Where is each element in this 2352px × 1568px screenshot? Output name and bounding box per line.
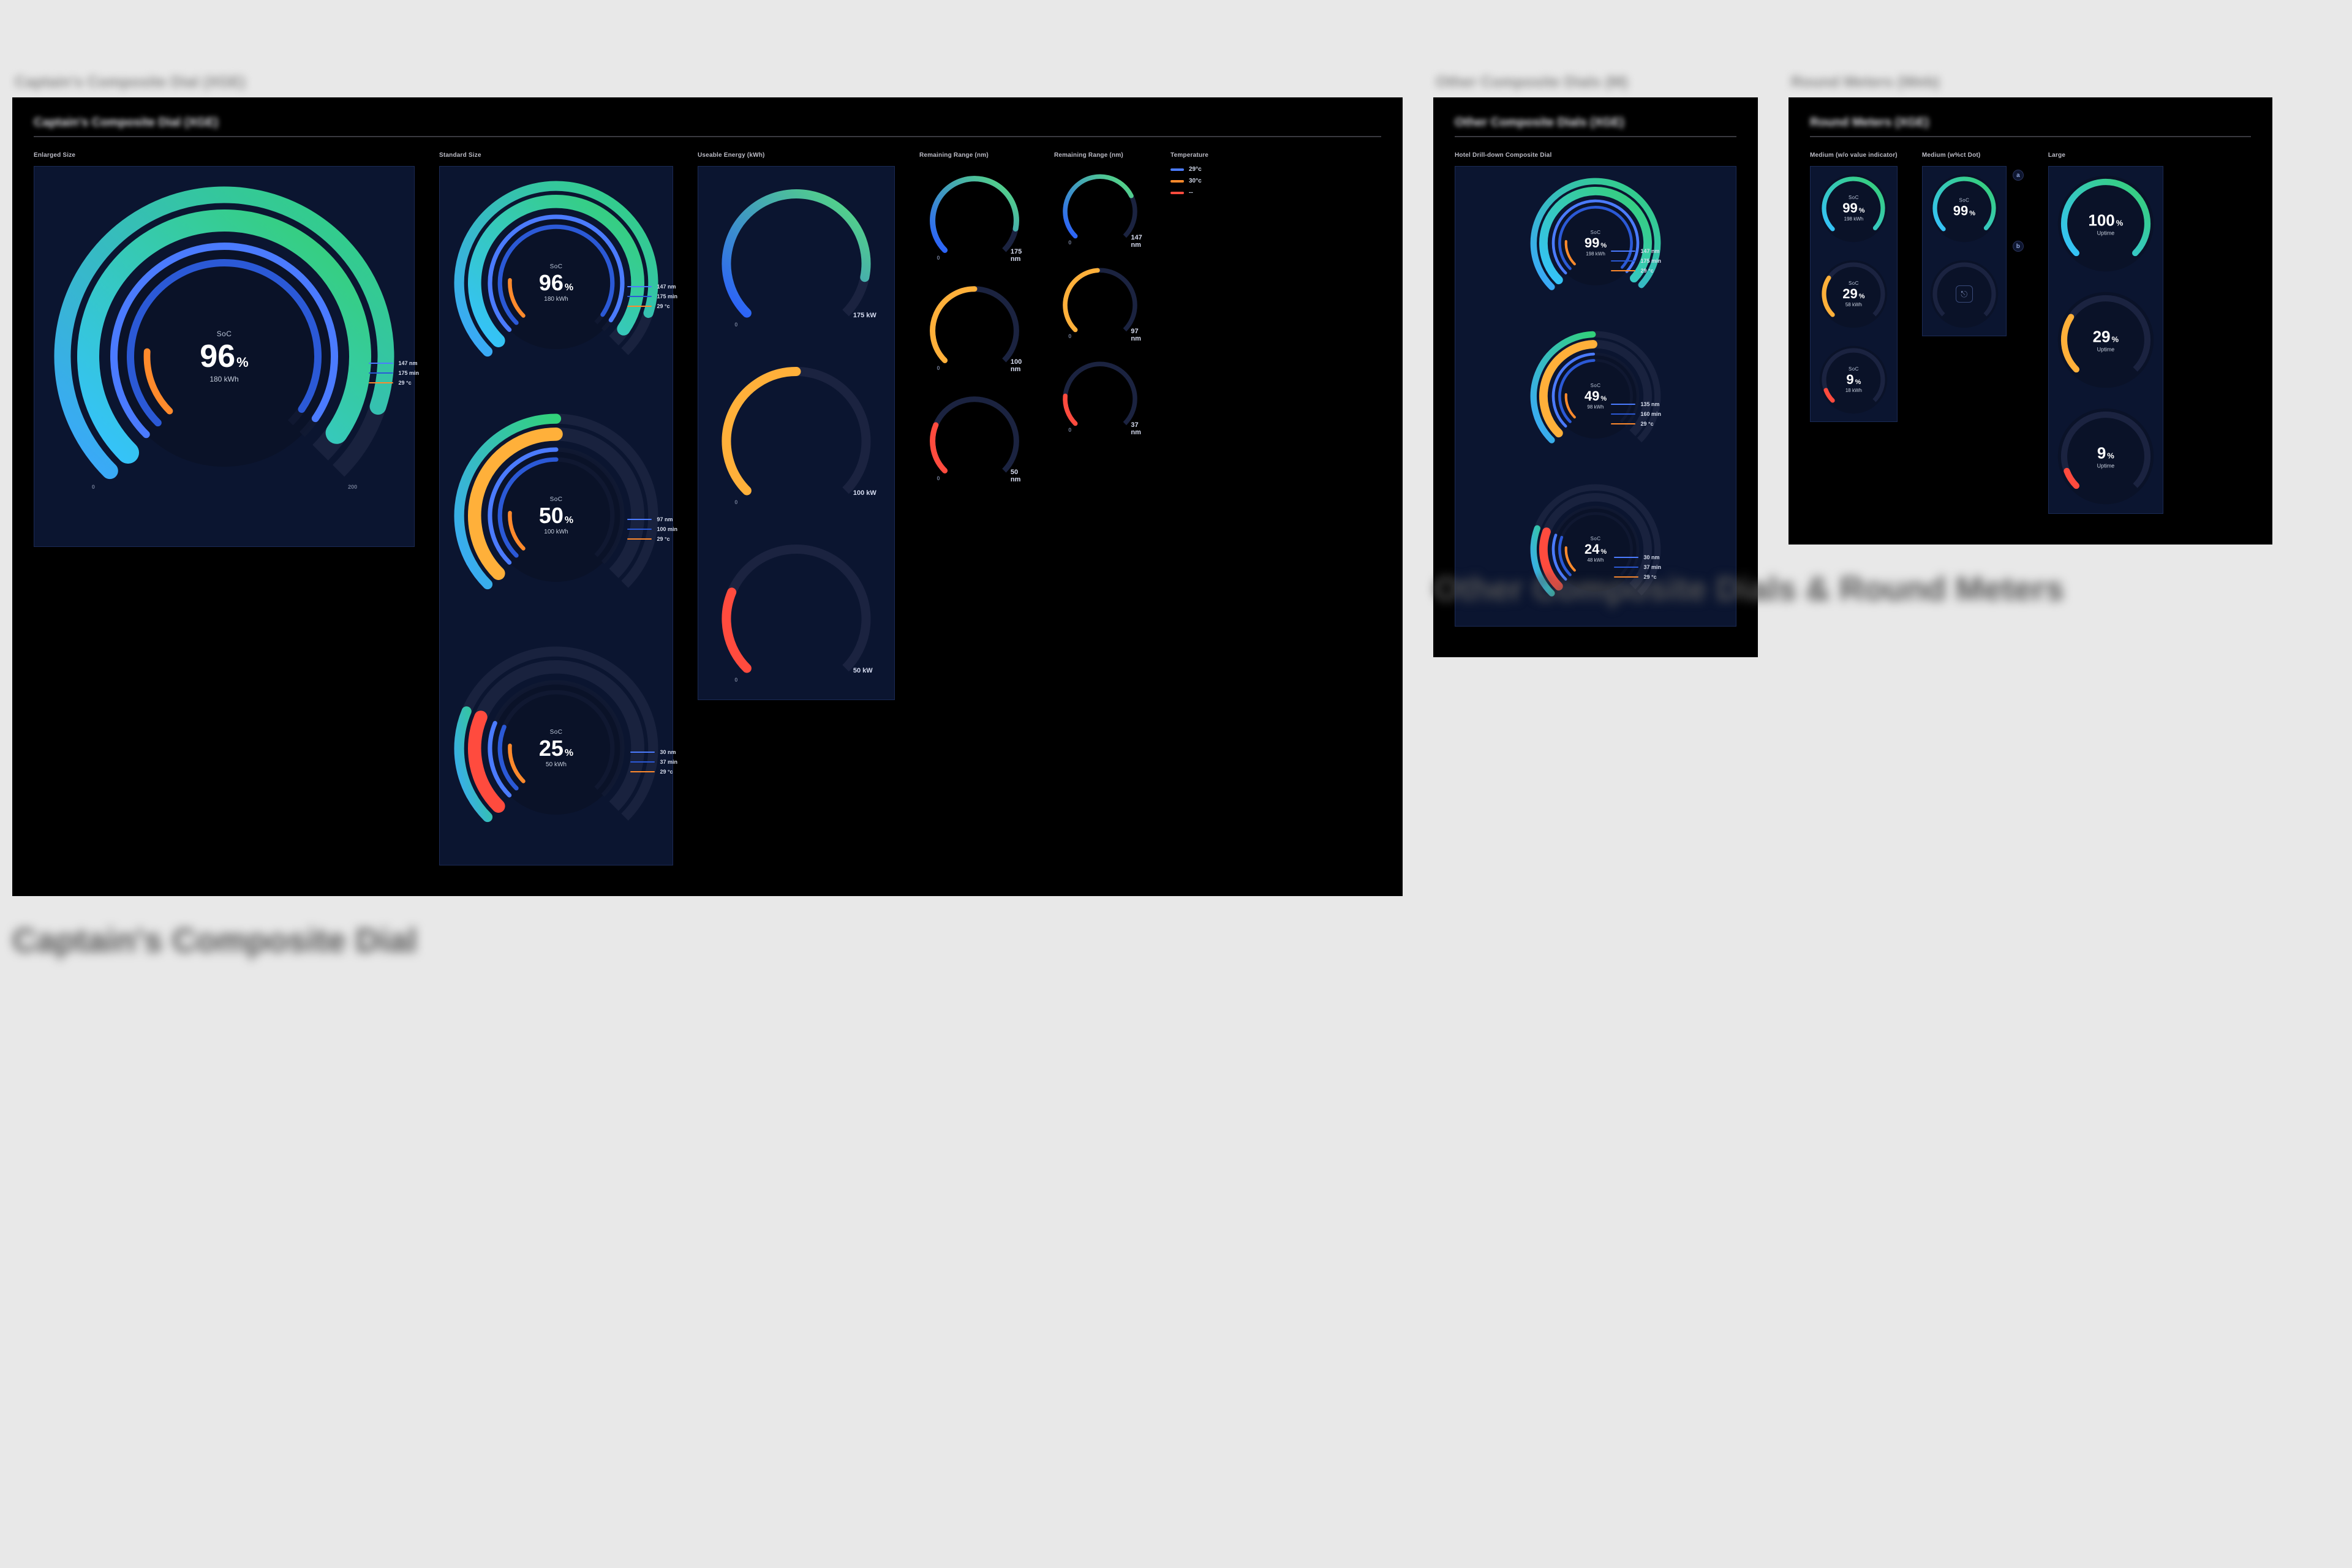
standard-selection[interactable]: SoC96%180 kWh147 nm175 min29 °c SoC50%10… (439, 166, 673, 865)
caption-left: Captain's Composite Dial (12, 921, 1403, 960)
panel-divider-mid (1455, 136, 1736, 137)
legend-chip-blue (1170, 168, 1184, 171)
legend-text-0: 29°c (1189, 166, 1202, 173)
round-meter-large-1[interactable]: 29%Uptime (2054, 288, 2158, 392)
range-lg-arc-0[interactable]: 0175 nm (919, 166, 1030, 265)
hotel-dial-0[interactable]: SoC99%198 kWh147 nm175 min29 °c (1525, 173, 1666, 314)
panel-title-main: Captain's Composite Dial (XGE) (34, 116, 1381, 130)
col-temp: Temperature 29°c 30°c -- (1170, 152, 1208, 196)
panel-title-right: Round Meters (XGE) (1810, 116, 2251, 130)
captains-dial-standard-2[interactable]: SoC25%50 kWh30 nm37 min29 °c (446, 638, 666, 859)
usable-arc-0[interactable]: 0175 kW (704, 173, 888, 338)
blur-title-mid: Other Composite Dials (M) (1433, 74, 1758, 91)
captains-dial-standard-0[interactable]: SoC96%180 kWh147 nm175 min29 °c (446, 173, 666, 393)
col-medium-dot: Medium (w%ct Dot) SoC99% ⎋ a b (1922, 152, 2024, 336)
temperature-legend: 29°c 30°c -- (1170, 166, 1208, 196)
col-label-usable: Useable Energy (kWh) (698, 152, 895, 159)
col-large: Large 100%Uptime 29%Uptime 9%Uptime (2048, 152, 2163, 514)
round-meter-medium-dot-0[interactable]: SoC99% (1928, 172, 2001, 245)
left-group: Captain's Composite Dial (XGE) Captain's… (12, 74, 1403, 960)
medium-novalue-selection[interactable]: SoC99%198 kWh SoC29%58 kWh SoC9%18 kWh (1810, 166, 1898, 422)
col-label-hotel: Hotel Drill-down Composite Dial (1455, 152, 1736, 159)
pill-a[interactable]: a (2013, 170, 2024, 181)
right-group: Round Meters (Web) Round Meters (XGE) Me… (1789, 74, 2272, 608)
range-sm-arc-1[interactable]: 097 nm (1054, 260, 1146, 342)
round-meter-medium-2[interactable]: SoC9%18 kWh (1817, 343, 1890, 417)
enlarged-selection[interactable]: 0200SoC96%180 kWh147 nm175 min29 °c (34, 166, 415, 547)
col-range-lg: Remaining Range (nm) 0175 nm 0100 nm 050… (919, 152, 1030, 486)
legend-chip-red (1170, 192, 1184, 194)
medium-dot-pills: a b (2013, 170, 2024, 252)
col-label-temp: Temperature (1170, 152, 1208, 159)
captains-dial-standard-1[interactable]: SoC50%100 kWh97 nm100 min29 °c (446, 405, 666, 626)
usable-arc-1[interactable]: 0100 kW (704, 350, 888, 516)
col-label-medium: Medium (w/o value indicator) (1810, 152, 1898, 159)
col-standard: Standard Size SoC96%180 kWh147 nm175 min… (439, 152, 673, 865)
legend-text-1: 30°c (1189, 178, 1202, 184)
hotel-dial-1[interactable]: SoC49%98 kWh135 nm160 min29 °c (1525, 326, 1666, 467)
col-label-range-lg: Remaining Range (nm) (919, 152, 1030, 159)
col-label-standard: Standard Size (439, 152, 673, 159)
panel-main: Captain's Composite Dial (XGE) Enlarged … (12, 97, 1403, 896)
usable-selection[interactable]: 0175 kW 0100 kW 050 kW (698, 166, 895, 700)
col-enlarged: Enlarged Size 0200SoC96%180 kWh147 nm175… (34, 152, 415, 547)
legend-text-2: -- (1189, 189, 1193, 196)
col-label-enlarged: Enlarged Size (34, 152, 415, 159)
blur-title-main: Captain's Composite Dial (XGE) (12, 74, 1403, 91)
range-lg-arc-1[interactable]: 0100 nm (919, 276, 1030, 375)
captains-dial-enlarged[interactable]: 0200SoC96%180 kWh147 nm175 min29 °c (40, 173, 408, 540)
legend-row-2: -- (1170, 189, 1208, 196)
panel-right: Round Meters (XGE) Medium (w/o value ind… (1789, 97, 2272, 545)
range-sm-arc-0[interactable]: 0147 nm (1054, 166, 1146, 249)
medium-dot-selection[interactable]: SoC99% ⎋ (1922, 166, 2007, 336)
col-usable: Useable Energy (kWh) 0175 kW 0100 kW 050… (698, 152, 895, 700)
panel-divider-right (1810, 136, 2251, 137)
col-label-large: Large (2048, 152, 2163, 159)
panel-divider (34, 136, 1381, 137)
col-medium-novalue: Medium (w/o value indicator) SoC99%198 k… (1810, 152, 1898, 422)
legend-row-0: 29°c (1170, 166, 1208, 173)
blur-title-right: Round Meters (Web) (1789, 74, 2272, 91)
col-range-sm: Remaining Range (nm) 0147 nm 097 nm 037 … (1054, 152, 1146, 436)
caption-right: Other Composite Dials & Round Meters (1433, 569, 2272, 608)
hotel-selection[interactable]: SoC99%198 kWh147 nm175 min29 °c SoC49%98… (1455, 166, 1736, 627)
legend-row-1: 30°c (1170, 178, 1208, 184)
pill-b[interactable]: b (2013, 241, 2024, 252)
large-selection[interactable]: 100%Uptime 29%Uptime 9%Uptime (2048, 166, 2163, 514)
legend-chip-orange (1170, 180, 1184, 183)
usable-arc-2[interactable]: 050 kW (704, 528, 888, 693)
round-meter-large-0[interactable]: 100%Uptime (2054, 172, 2158, 276)
panel-title-mid: Other Composite Dials (XGE) (1455, 116, 1736, 130)
round-meter-medium-dot-1[interactable]: ⎋ (1928, 257, 2001, 331)
col-label-medium-dot: Medium (w%ct Dot) (1922, 152, 2024, 159)
col-label-range-sm: Remaining Range (nm) (1054, 152, 1146, 159)
round-meter-medium-0[interactable]: SoC99%198 kWh (1817, 172, 1890, 245)
round-meter-medium-1[interactable]: SoC29%58 kWh (1817, 257, 1890, 331)
range-lg-arc-2[interactable]: 050 nm (919, 386, 1030, 486)
range-sm-arc-2[interactable]: 037 nm (1054, 353, 1146, 436)
round-meter-large-2[interactable]: 9%Uptime (2054, 404, 2158, 508)
